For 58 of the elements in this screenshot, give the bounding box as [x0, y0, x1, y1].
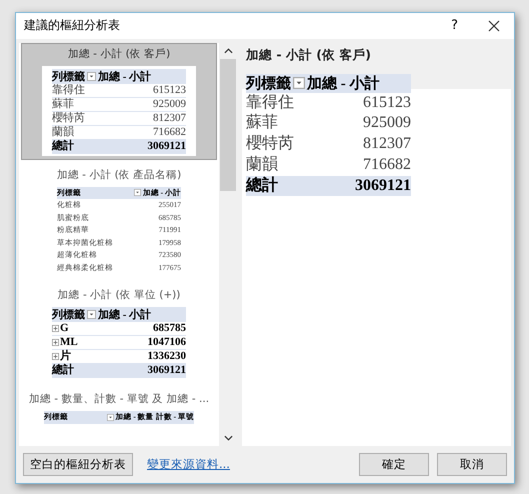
- column-header: 加總 - 小計: [98, 70, 152, 84]
- recommendation-caption: 加總 - 小計 (依 客戶): [68, 46, 170, 60]
- expand-icon: [52, 353, 59, 360]
- table-cell-text: 615123: [363, 92, 411, 112]
- table-cell-text: 蘇菲: [246, 113, 279, 134]
- filter-dropdown-icon: [106, 414, 114, 421]
- filter-dropdown-icon: [293, 77, 305, 89]
- table-cell: 925009: [153, 98, 186, 110]
- table-cell: 615123: [153, 84, 186, 96]
- expand-icon: [52, 339, 59, 346]
- column-header: 加總 - 小計: [307, 74, 380, 92]
- recommendation-caption: 加總 - 數量、計數 - 單號 及 加總 - ...: [28, 392, 210, 406]
- close-icon[interactable]: [488, 20, 500, 32]
- window-title: 建議的樞紐分析表: [24, 17, 121, 34]
- column-header: 列標籤: [52, 70, 85, 84]
- scroll-down-icon[interactable]: [224, 434, 232, 440]
- table-cell-text: 蘭韻: [52, 126, 75, 138]
- preview-caption: 加總 - 小計 (依 客戶): [246, 46, 372, 64]
- table-cell-text: 812307: [363, 134, 411, 154]
- table-cell-text: 總計: [52, 140, 75, 152]
- recommendation-caption: 加總 - 小計 (依 單位 (+)): [58, 288, 180, 302]
- column-header: 列標籤: [246, 74, 291, 92]
- expand-icon: [52, 325, 59, 332]
- table-cell: 812307: [153, 112, 186, 124]
- filter-dropdown-icon: [87, 72, 96, 80]
- table-cell-text: 716682: [363, 154, 411, 175]
- table-cell-text: 櫻特芮: [246, 134, 295, 154]
- recommendation-caption: 加總 - 小計 (依 產品名稱): [56, 168, 182, 182]
- cancel-button[interactable]: 取消: [437, 452, 507, 476]
- filter-dropdown-icon: [134, 189, 141, 196]
- scroll-up-icon[interactable]: [224, 48, 232, 54]
- table-cell-text: 片: [60, 350, 72, 363]
- help-button[interactable]: ?: [451, 18, 458, 34]
- table-cell-text: 3069121: [355, 176, 411, 196]
- change-source-link[interactable]: 變更來源資料...: [147, 456, 230, 472]
- table-cell-text: 蘭韻: [246, 154, 279, 175]
- ok-button[interactable]: 確定: [359, 452, 429, 476]
- blank-pivot-button[interactable]: 空白的樞紐分析表: [23, 452, 133, 476]
- table-cell: 685785: [153, 322, 186, 335]
- filter-dropdown-icon: [87, 310, 96, 319]
- table-cell-text: 總計: [52, 364, 75, 377]
- table-cell-text: 總計: [246, 176, 279, 196]
- table-cell: 3069121: [148, 364, 186, 377]
- table-cell-text: 925009: [363, 113, 411, 134]
- table-cell-text: 蘇菲: [52, 98, 75, 110]
- table-cell-text: 靠得住: [246, 92, 295, 112]
- scroll-thumb[interactable]: [220, 58, 236, 190]
- column-header: 列標籤: [52, 308, 85, 322]
- table-cell: 716682: [153, 126, 186, 138]
- table-cell-text: ML: [60, 336, 79, 349]
- table-cell: 3069121: [148, 140, 186, 152]
- table-cell-text: 靠得住: [52, 84, 86, 96]
- table-cell-text: G: [60, 322, 70, 335]
- column-header: 加總 - 小計: [98, 308, 152, 322]
- table-cell-text: 櫻特芮: [52, 112, 86, 124]
- recommendation-item[interactable]: 加總 - 小計 (依 客戶) 列標籤 加總 - 小計 靠得住 615123 蘇菲 925009 櫻特芮 812307 蘭韻 716682 總計 3069121: [21, 42, 217, 160]
- table-cell: 1047106: [148, 336, 186, 349]
- table-cell: 1336230: [148, 350, 186, 363]
